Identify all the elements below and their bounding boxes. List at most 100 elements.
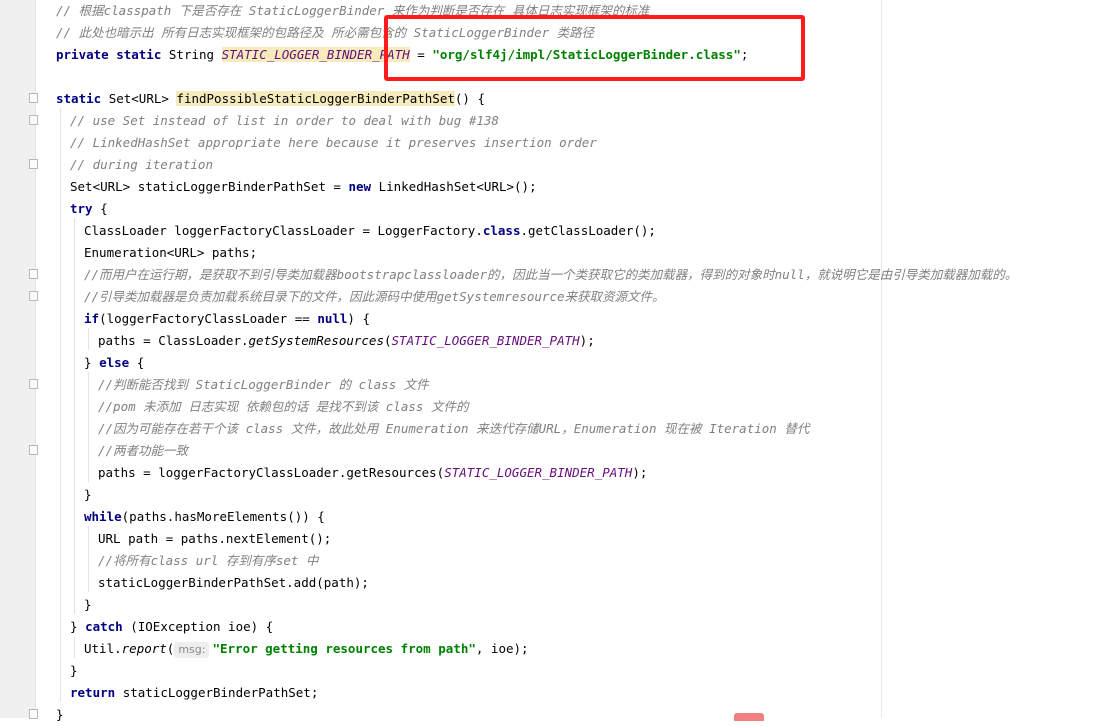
code-line[interactable]: //引导类加载器是负责加载系统目录下的文件，因此源码中使用getSystemre…	[84, 286, 665, 308]
code-line[interactable]: paths = ClassLoader.getSystemResources(S…	[98, 330, 595, 352]
code-token: new	[348, 179, 379, 194]
code-token: }	[70, 619, 86, 634]
code-token: //判断能否找到	[98, 377, 196, 392]
code-line[interactable]: }	[56, 704, 64, 726]
code-token: Set<URL>	[108, 91, 177, 106]
code-token: 来迭代存储	[468, 421, 539, 436]
code-line[interactable]: // during iteration	[70, 154, 213, 176]
code-token: 来获取资源文件。	[564, 289, 665, 304]
code-line[interactable]: }	[84, 594, 92, 616]
code-token: ClassLoader loggerFactoryClassLoader = L…	[84, 223, 483, 238]
code-token: 现在被	[656, 421, 710, 436]
fold-toggle-icon[interactable]	[29, 445, 38, 455]
code-line[interactable]: //因为可能存在若干个该 class 文件，故此处用 Enumeration 来…	[98, 418, 809, 440]
code-line[interactable]: ClassLoader loggerFactoryClassLoader = L…	[84, 220, 656, 242]
code-token: 文件	[396, 377, 429, 392]
code-token: classpath	[103, 3, 172, 18]
code-line[interactable]: while(paths.hasMoreElements()) {	[84, 506, 325, 528]
code-token: StaticLoggerBinder	[195, 377, 332, 392]
code-line[interactable]: //而用户在运行期，是获取不到引导类加载器bootstrapclassloade…	[84, 264, 1017, 286]
code-token: STATIC_LOGGER_BINDER_PATH	[221, 47, 410, 62]
code-line[interactable]: staticLoggerBinderPathSet.add(path);	[98, 572, 369, 594]
indent-guide	[88, 372, 89, 482]
code-token: Enumeration<URL> paths;	[84, 245, 258, 260]
code-token: catch	[85, 619, 131, 634]
code-token: class	[385, 399, 424, 414]
code-token: 文件，故此处用	[283, 421, 386, 436]
code-token: ) {	[347, 311, 370, 326]
code-token: //因为可能存在若干个该	[98, 421, 246, 436]
indent-guide	[60, 108, 61, 702]
code-line[interactable]: //将所有class url 存到有序set 中	[98, 550, 318, 572]
code-line[interactable]: return staticLoggerBinderPathSet;	[70, 682, 318, 704]
code-line[interactable]: Util.report(msg: "Error getting resources…	[84, 638, 529, 660]
code-token: //两者功能一致	[98, 443, 189, 458]
notification-badge	[734, 713, 764, 721]
fold-toggle-icon[interactable]	[29, 93, 38, 103]
code-token: }	[84, 597, 92, 612]
code-token: 存到有序	[218, 553, 276, 568]
fold-toggle-icon[interactable]	[29, 159, 38, 169]
code-token: 未添加 日志实现 依赖包的话 是找不到该	[135, 399, 386, 414]
code-token: );	[579, 333, 595, 348]
code-token: 下是否存在	[171, 3, 249, 18]
code-token: );	[632, 465, 648, 480]
code-line[interactable]: try {	[70, 198, 108, 220]
code-token: // use Set instead of list in order to d…	[70, 113, 499, 128]
code-token: , ioe);	[475, 641, 529, 656]
code-line[interactable]: Set<URL> staticLoggerBinderPathSet = new…	[70, 176, 537, 198]
code-token: bootstrapclassloader	[336, 267, 488, 282]
code-token: // LinkedHashSet appropriate here becaus…	[70, 135, 597, 150]
code-token: (paths.hasMoreElements()) {	[121, 509, 325, 524]
code-line[interactable]: }	[84, 484, 92, 506]
code-token: 替代	[776, 421, 810, 436]
code-token: class url	[150, 553, 219, 568]
code-line[interactable]: } catch (IOException ioe) {	[70, 616, 273, 638]
code-token: //而用户在运行期，是获取不到引导类加载器	[84, 267, 337, 282]
code-token: (IOException ioe) {	[130, 619, 274, 634]
code-token: Util.	[84, 641, 122, 656]
code-line[interactable]: // LinkedHashSet appropriate here becaus…	[70, 132, 597, 154]
code-token: URL	[538, 421, 562, 436]
code-token: null	[774, 267, 805, 282]
code-line[interactable]: }	[70, 660, 78, 682]
code-line[interactable]: paths = loggerFactoryClassLoader.getReso…	[98, 462, 647, 484]
fold-toggle-icon[interactable]	[29, 291, 38, 301]
code-token: staticLoggerBinderPathSet;	[122, 685, 319, 700]
code-token: set	[275, 553, 299, 568]
code-token: class	[358, 377, 397, 392]
fold-toggle-icon[interactable]	[29, 379, 38, 389]
code-token: StaticLoggerBinder	[248, 3, 385, 18]
code-line[interactable]: static Set<URL> findPossibleStaticLogger…	[56, 88, 485, 110]
code-token: // during iteration	[70, 157, 213, 172]
fold-toggle-icon[interactable]	[29, 269, 38, 279]
code-line[interactable]: URL path = paths.nextElement();	[98, 528, 331, 550]
code-token: STATIC_LOGGER_BINDER_PATH	[391, 333, 580, 348]
code-token: // 此处也暗示出 所有日志实现框架的包路径及 所必需包含的	[56, 25, 414, 40]
gutter-divider	[35, 0, 36, 718]
code-line[interactable]: if(loggerFactoryClassLoader == null) {	[84, 308, 370, 330]
code-token: }	[56, 707, 64, 722]
code-line[interactable]: //判断能否找到 StaticLoggerBinder 的 class 文件	[98, 374, 429, 396]
code-token: report	[121, 641, 167, 656]
code-token: // 根据	[56, 3, 104, 18]
code-token: //引导类加载器是负责加载系统目录下的文件，因此源码中使用	[84, 289, 437, 304]
code-line[interactable]: //pom 未添加 日志实现 依赖包的话 是找不到该 class 文件的	[98, 396, 468, 418]
indent-guide	[74, 218, 75, 614]
code-line[interactable]: //两者功能一致	[98, 440, 188, 462]
code-token: private static	[56, 47, 169, 62]
code-token: LinkedHashSet<URL>();	[378, 179, 537, 194]
fold-toggle-icon[interactable]	[29, 115, 38, 125]
code-line[interactable]: // use Set instead of list in order to d…	[70, 110, 499, 132]
indent-guide	[88, 328, 89, 350]
right-margin-guide	[881, 0, 882, 718]
code-token: String	[168, 47, 222, 62]
code-token: 文件的	[423, 399, 469, 414]
code-token: staticLoggerBinderPathSet.add(path);	[98, 575, 369, 590]
code-line[interactable]: Enumeration<URL> paths;	[84, 242, 257, 264]
code-token: while	[84, 509, 122, 524]
code-token: }	[84, 355, 100, 370]
code-token: try	[70, 201, 101, 216]
code-line[interactable]: } else {	[84, 352, 144, 374]
code-token: }	[84, 487, 92, 502]
